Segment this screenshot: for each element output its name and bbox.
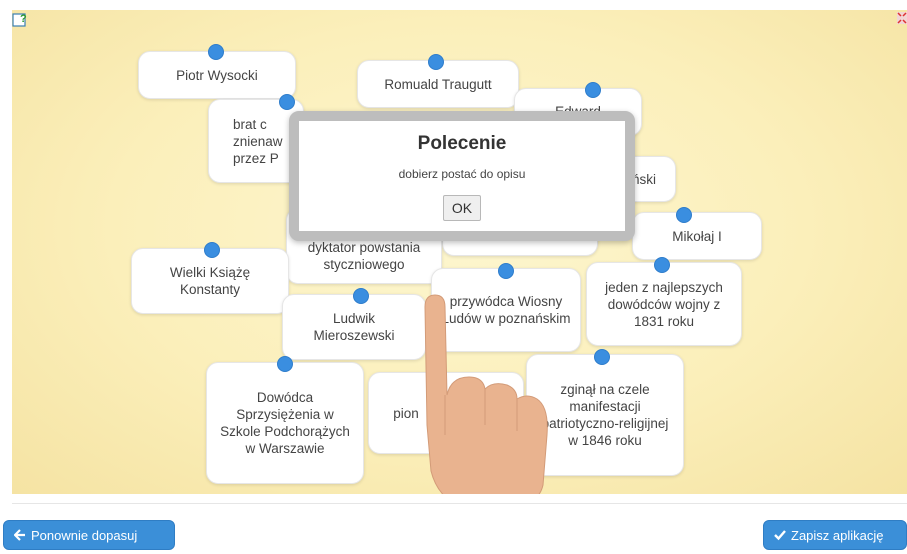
connector-dot[interactable] <box>654 257 670 273</box>
card-mikolaj[interactable]: Mikołaj I <box>632 212 762 260</box>
save-app-button[interactable]: Zapisz aplikację <box>763 520 907 550</box>
connector-dot[interactable] <box>208 44 224 60</box>
dialog-message: dobierz postać do opisu <box>398 167 526 181</box>
connector-dot[interactable] <box>277 356 293 372</box>
arrow-left-icon <box>14 529 25 541</box>
connector-dot[interactable] <box>676 207 692 223</box>
dialog-title: Polecenie <box>417 133 507 154</box>
connector-dot[interactable] <box>353 288 369 304</box>
save-label: Zapisz aplikację <box>791 527 884 543</box>
connector-dot[interactable] <box>279 94 295 110</box>
connector-dot[interactable] <box>498 263 514 279</box>
footer-divider <box>12 503 907 504</box>
checkmark-icon <box>774 530 786 541</box>
card-jeden-z[interactable]: jeden z najlepszych dowódców wojny z 183… <box>586 262 742 346</box>
instruction-dialog: Polecenie dobierz postać do opisu OK <box>289 111 635 241</box>
card-ludwik[interactable]: Ludwik Mieroszewski <box>282 294 426 360</box>
reset-label: Ponownie dopasuj <box>31 527 138 543</box>
connector-dot[interactable] <box>585 82 601 98</box>
pointing-hand-icon <box>424 294 548 494</box>
reset-matching-button[interactable]: Ponownie dopasuj <box>3 520 175 550</box>
card-dowodca[interactable]: Dowódca Sprzysiężenia w Szkole Podchorąż… <box>206 362 364 484</box>
ok-button[interactable]: OK <box>442 195 482 221</box>
fullscreen-icon[interactable] <box>897 12 907 24</box>
connector-dot[interactable] <box>594 349 610 365</box>
connector-dot[interactable] <box>204 242 220 258</box>
svg-text:?: ? <box>20 13 27 25</box>
matching-board: ? Piotr Wysocki Romuald Traugutt Edward … <box>12 10 907 494</box>
help-question-icon[interactable]: ? <box>12 11 30 27</box>
connector-dot[interactable] <box>428 54 444 70</box>
